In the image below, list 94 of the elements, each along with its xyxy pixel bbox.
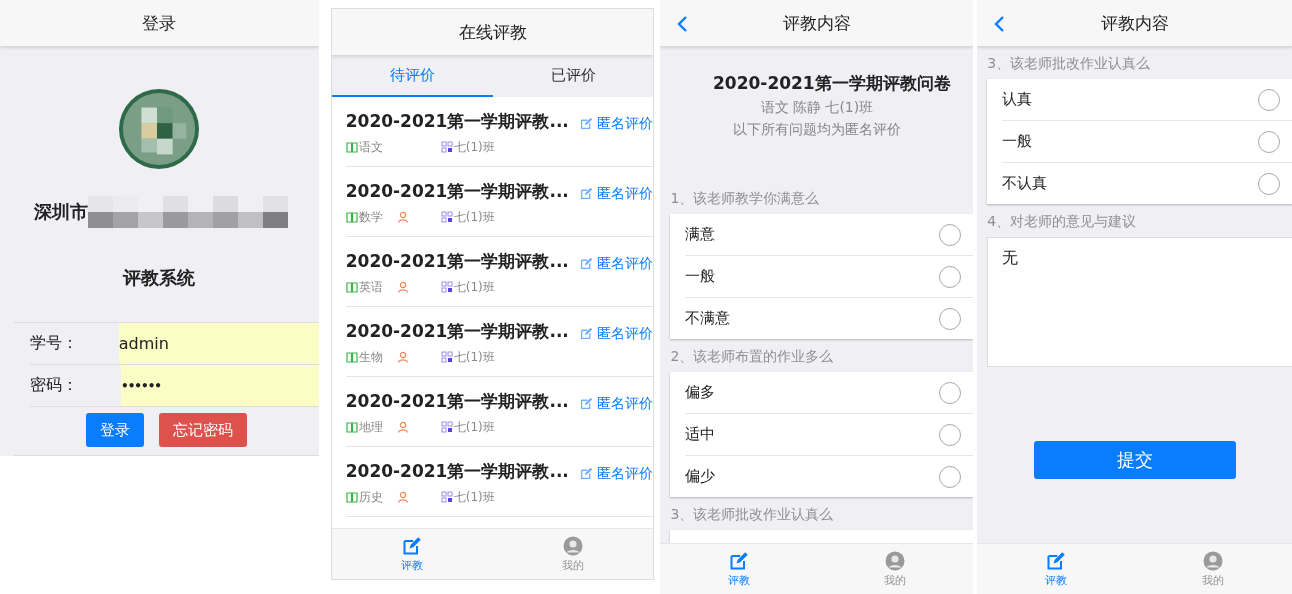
class-label: 七(1)班 bbox=[453, 418, 495, 436]
subject-label: 数学 bbox=[358, 208, 383, 226]
anonymous-review-link[interactable]: 匿名评价 bbox=[580, 114, 654, 133]
option-label: 满意 bbox=[685, 225, 716, 244]
anonymous-review-link[interactable]: 匿名评价 bbox=[580, 464, 654, 483]
question-label: 4、对老师的意见与建议 bbox=[986, 212, 1138, 231]
tab-bar-item[interactable]: 评教 bbox=[660, 544, 817, 594]
survey-title: 2020-2021第一学期评教问卷 bbox=[713, 72, 951, 95]
anonymous-review-link[interactable]: 匿名评价 bbox=[580, 184, 654, 203]
user-icon bbox=[1203, 550, 1224, 571]
class-icon bbox=[440, 491, 453, 503]
person-icon bbox=[396, 421, 409, 433]
class-icon bbox=[440, 141, 453, 153]
edit-icon bbox=[580, 187, 594, 200]
evaluation-title: 2020-2021第一学期评教... bbox=[345, 109, 569, 133]
tab-bar-item[interactable]: 我的 bbox=[1134, 544, 1292, 594]
system-name: 评教系统 bbox=[123, 266, 196, 290]
evaluation-title: 2020-2021第一学期评教... bbox=[345, 319, 569, 343]
screen-title: 评教内容 bbox=[1100, 11, 1169, 35]
question-label: 2、该老师布置的作业多么 bbox=[669, 347, 835, 366]
screen-title: 登录 bbox=[0, 0, 319, 46]
password-field[interactable]: •••••• bbox=[121, 365, 319, 406]
edit-icon bbox=[402, 535, 423, 556]
school-name: 深圳市 bbox=[34, 200, 88, 224]
class-icon bbox=[440, 211, 453, 223]
option-label: 一般 bbox=[685, 267, 716, 286]
forgot-password-button[interactable]: 忘记密码 bbox=[158, 413, 247, 447]
option-label: 认真 bbox=[1002, 90, 1033, 109]
option-label: 偏多 bbox=[685, 383, 716, 402]
back-icon[interactable] bbox=[676, 15, 689, 33]
book-icon bbox=[345, 141, 358, 153]
option-label: 不认真 bbox=[1002, 174, 1048, 193]
login-button[interactable]: 登录 bbox=[85, 413, 144, 447]
class-label: 七(1)班 bbox=[453, 488, 495, 506]
person-icon bbox=[396, 211, 409, 223]
subject-label: 生物 bbox=[358, 348, 383, 366]
person-icon bbox=[396, 351, 409, 363]
subject-label: 历史 bbox=[358, 488, 383, 506]
edit-icon bbox=[580, 327, 594, 340]
subject-label: 英语 bbox=[358, 278, 383, 296]
back-icon[interactable] bbox=[993, 15, 1006, 33]
person-icon bbox=[396, 281, 409, 293]
username-field[interactable]: admin bbox=[118, 323, 319, 364]
evaluation-title: 2020-2021第一学期评教... bbox=[345, 249, 569, 273]
evaluation-title: 2020-2021第一学期评教... bbox=[345, 179, 569, 203]
field-label: 密码： bbox=[30, 374, 79, 396]
class-label: 七(1)班 bbox=[453, 278, 495, 296]
screen-title: 在线评教 bbox=[331, 9, 654, 55]
field-label: 学号： bbox=[30, 332, 79, 354]
tab-bar-item[interactable]: 评教 bbox=[331, 529, 493, 579]
class-icon bbox=[440, 351, 453, 363]
edit-icon bbox=[580, 257, 594, 270]
survey-subtitle: 语文 陈静 七(1)班 bbox=[760, 99, 874, 117]
class-icon bbox=[440, 281, 453, 293]
class-label: 七(1)班 bbox=[453, 138, 495, 156]
class-icon bbox=[440, 421, 453, 433]
edit-icon bbox=[580, 397, 594, 410]
survey-note: 以下所有问题均为匿名评价 bbox=[732, 121, 901, 139]
option-label: 偏少 bbox=[685, 467, 716, 486]
user-icon bbox=[885, 550, 906, 571]
option-label: 一般 bbox=[1002, 132, 1033, 151]
option-label: 适中 bbox=[685, 425, 716, 444]
class-label: 七(1)班 bbox=[453, 348, 495, 366]
tab-bar-item[interactable]: 评教 bbox=[977, 544, 1135, 594]
book-icon bbox=[345, 351, 358, 363]
book-icon bbox=[345, 491, 358, 503]
submit-button[interactable]: 提交 bbox=[1033, 441, 1236, 479]
subject-label: 语文 bbox=[358, 138, 383, 156]
tab[interactable]: 待评价 bbox=[331, 55, 493, 97]
person-icon bbox=[396, 491, 409, 503]
anonymous-review-link[interactable]: 匿名评价 bbox=[580, 254, 654, 273]
edit-icon bbox=[580, 117, 594, 130]
tab-bar-item[interactable]: 我的 bbox=[816, 544, 974, 594]
evaluation-title: 2020-2021第一学期评教... bbox=[345, 459, 569, 483]
question-label: 3、该老师批改作业认真么 bbox=[669, 505, 835, 524]
anonymous-review-link[interactable]: 匿名评价 bbox=[580, 394, 654, 413]
class-label: 七(1)班 bbox=[453, 208, 495, 226]
anonymous-review-link[interactable]: 匿名评价 bbox=[580, 324, 654, 343]
tab-bar-item[interactable]: 我的 bbox=[492, 529, 654, 579]
evaluation-title: 2020-2021第一学期评教... bbox=[345, 389, 569, 413]
user-icon bbox=[563, 535, 584, 556]
screen-title: 评教内容 bbox=[782, 11, 851, 35]
tab[interactable]: 已评价 bbox=[492, 55, 654, 97]
edit-icon bbox=[728, 550, 749, 571]
comment-field[interactable]: 无 bbox=[987, 237, 1292, 367]
book-icon bbox=[345, 421, 358, 433]
book-icon bbox=[345, 211, 358, 223]
edit-icon bbox=[1045, 550, 1066, 571]
option-label: 不满意 bbox=[685, 309, 731, 328]
book-icon bbox=[345, 281, 358, 293]
question-label: 1、该老师教学你满意么 bbox=[669, 189, 821, 208]
question-label: 3、该老师批改作业认真么 bbox=[986, 54, 1152, 73]
edit-icon bbox=[580, 467, 594, 480]
subject-label: 地理 bbox=[358, 418, 383, 436]
